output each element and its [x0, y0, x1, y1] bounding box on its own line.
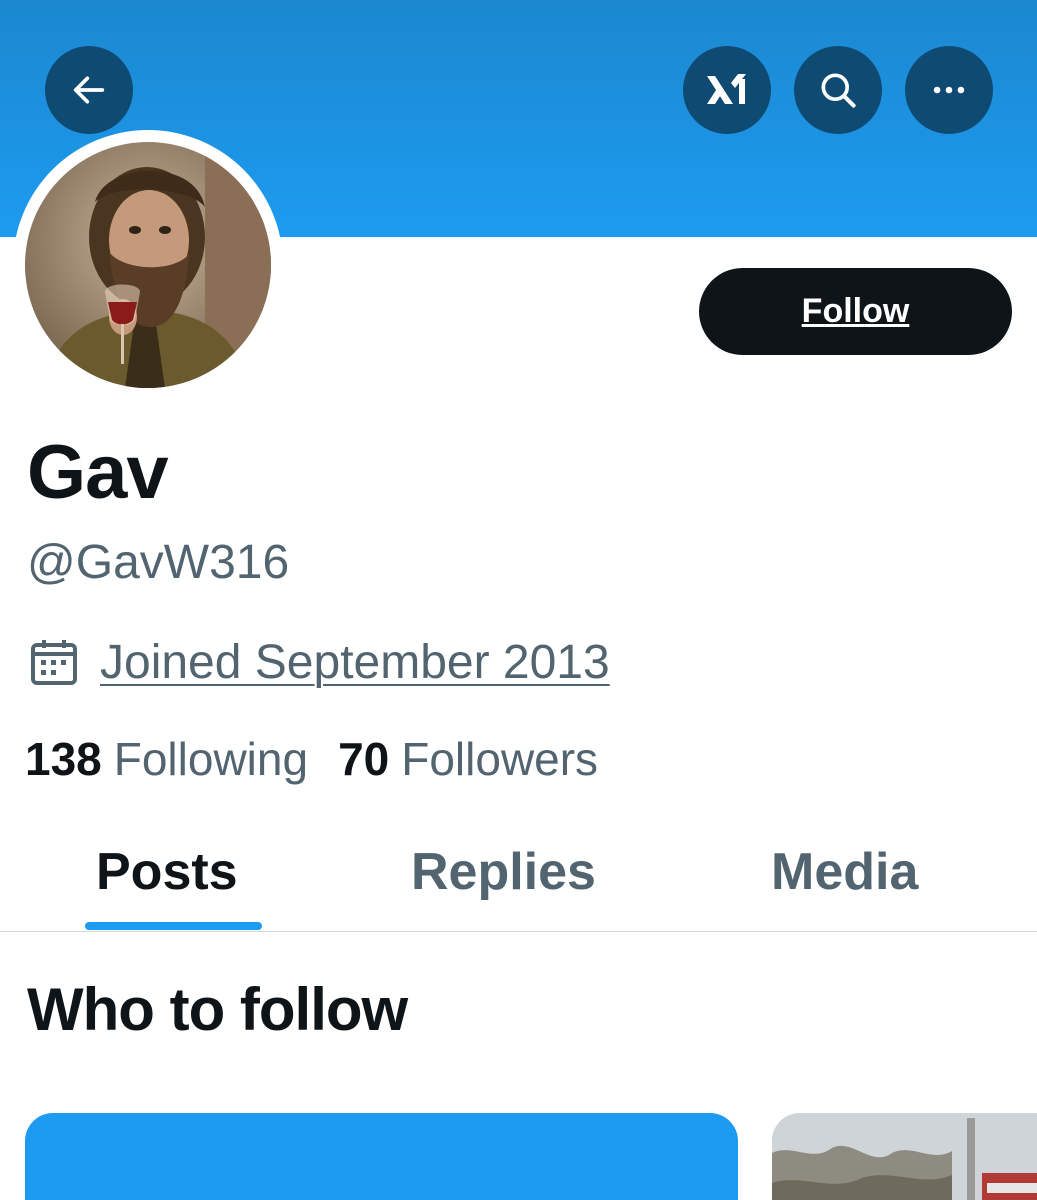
back-button[interactable] — [45, 46, 133, 134]
user-handle: @GavW316 — [27, 536, 290, 589]
tab-media[interactable]: Media — [771, 840, 918, 904]
follow-button[interactable]: Follow — [699, 268, 1012, 355]
following-count[interactable]: 138 — [25, 732, 102, 786]
profile-tabs: Posts Replies Media — [0, 820, 1037, 932]
following-label[interactable]: Following — [114, 732, 308, 786]
joined-date-link[interactable]: Joined September 2013 — [100, 635, 610, 690]
followers-count[interactable]: 70 — [338, 732, 389, 786]
tab-posts[interactable]: Posts — [96, 840, 238, 904]
avatar[interactable] — [25, 142, 271, 388]
suggestion-photo-image — [772, 1113, 1037, 1200]
calendar-icon — [31, 640, 77, 685]
active-tab-indicator — [85, 922, 262, 930]
who-to-follow-heading: Who to follow — [27, 976, 408, 1043]
more-horizontal-icon — [933, 86, 965, 94]
suggested-account-card[interactable] — [25, 1113, 738, 1200]
follow-stats: 138 Following 70 Followers — [25, 730, 598, 788]
search-icon — [821, 73, 856, 108]
tab-replies[interactable]: Replies — [411, 840, 596, 904]
suggested-account-card-photo[interactable] — [772, 1113, 1037, 1200]
joined-date-row: Joined September 2013 — [30, 632, 610, 692]
search-button[interactable] — [794, 46, 882, 134]
display-name: Gav — [27, 430, 169, 515]
arrow-left-icon — [73, 76, 105, 104]
followers-label[interactable]: Followers — [401, 732, 598, 786]
avatar-image — [25, 142, 271, 388]
grok-button[interactable] — [683, 46, 771, 134]
more-options-button[interactable] — [905, 46, 993, 134]
xai-logo-icon — [707, 74, 746, 104]
